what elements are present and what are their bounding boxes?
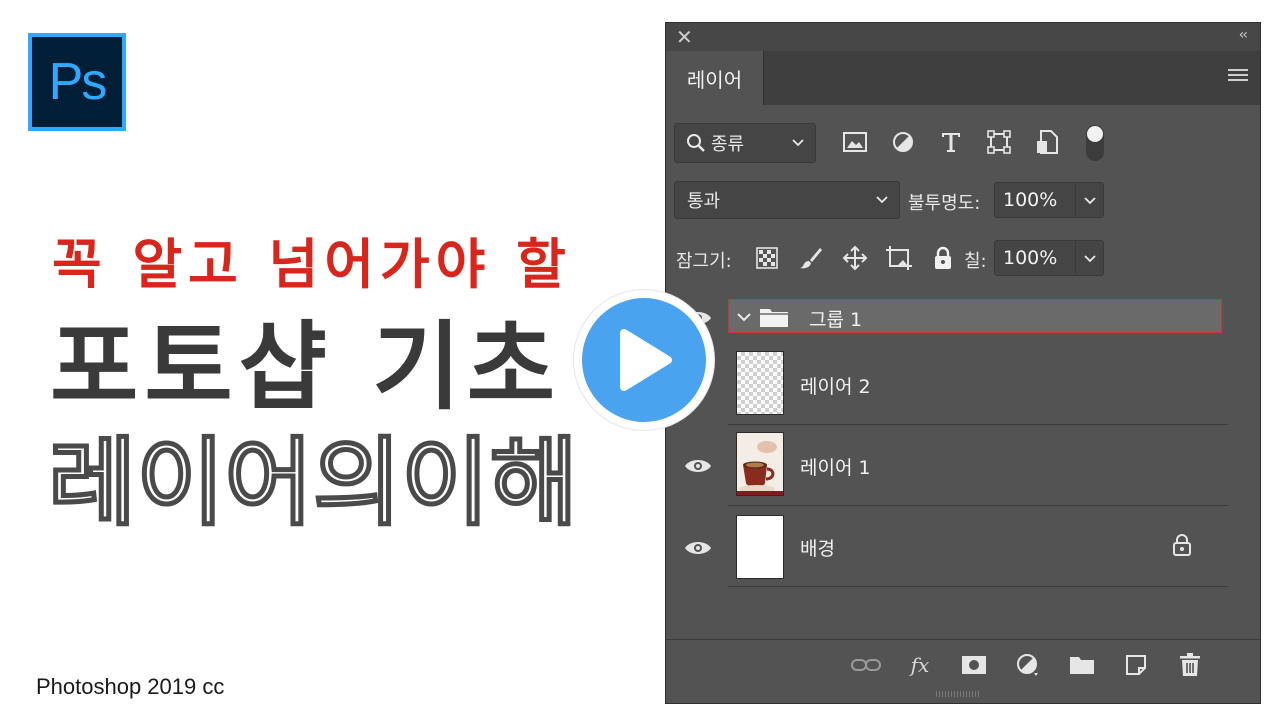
layer-effects-fx-icon[interactable]: fx <box>904 650 936 680</box>
panel-menu-icon[interactable] <box>1228 69 1248 85</box>
layer-name: 배경 <box>800 538 835 560</box>
lock-pixels-brush-icon[interactable] <box>796 243 826 273</box>
layer-name: 그룹 1 <box>809 309 863 331</box>
panel-footer: fx <box>666 639 1260 689</box>
layer-name: 레이어 1 <box>800 457 871 479</box>
opacity-value: 100% <box>1003 189 1058 211</box>
panel-tabbar: 레이어 <box>666 51 1260 105</box>
headline-outline: 레이어의이해 <box>48 428 579 538</box>
link-layers-icon[interactable] <box>850 650 882 680</box>
headline-main: 포토샵 기초 <box>50 312 562 422</box>
layer-row[interactable]: 레이어 2 <box>728 345 1228 425</box>
visibility-eye-icon[interactable] <box>684 539 712 557</box>
photoshop-logo-text: Ps <box>32 37 122 127</box>
coffee-cup-image <box>737 433 783 495</box>
opacity-dropdown-button[interactable] <box>1075 183 1103 217</box>
layer-thumbnail <box>736 432 784 496</box>
layer-row-group[interactable]: 그룹 1 <box>728 299 1222 333</box>
close-icon[interactable]: ✕ <box>676 25 693 49</box>
lock-icons <box>752 243 958 273</box>
fill-dropdown-button[interactable] <box>1075 241 1103 275</box>
chevron-down-icon <box>1083 197 1096 205</box>
tab-layers[interactable]: 레이어 <box>666 51 764 105</box>
adjustment-layer-icon[interactable] <box>1012 650 1044 680</box>
chevron-down-icon <box>876 196 888 204</box>
folder-icon <box>760 309 788 327</box>
fill-field[interactable]: 100% <box>994 240 1104 276</box>
footer-icons: fx <box>850 650 1206 680</box>
resize-grip[interactable] <box>936 691 980 697</box>
opacity-field[interactable]: 100% <box>994 182 1104 218</box>
chevron-down-icon <box>1083 255 1096 263</box>
lock-position-move-icon[interactable] <box>840 243 870 273</box>
chevron-down-icon[interactable] <box>735 308 753 326</box>
smart-object-filter-icon[interactable] <box>1032 127 1062 157</box>
layer-thumbnail <box>736 515 784 579</box>
layers-list: 그룹 1 레이어 2 레이어 1 배경 <box>666 293 1228 639</box>
new-layer-icon[interactable] <box>1120 650 1152 680</box>
lock-all-icon[interactable] <box>928 243 958 273</box>
opacity-label: 불투명도: <box>908 193 981 214</box>
lock-transparent-icon[interactable] <box>752 243 782 273</box>
blend-mode-select[interactable]: 통과 <box>674 181 900 219</box>
delete-layer-trash-icon[interactable] <box>1174 650 1206 680</box>
play-icon <box>620 329 672 391</box>
layer-row[interactable]: 레이어 1 <box>728 426 1228 506</box>
play-button[interactable] <box>574 290 714 430</box>
version-label: Photoshop 2019 cc <box>36 674 225 699</box>
filter-toggle[interactable] <box>1086 125 1104 161</box>
headline-red: 꼭 알고 넘어가야 할 <box>52 233 572 296</box>
blend-mode-value: 통과 <box>687 191 721 212</box>
add-mask-icon[interactable] <box>958 650 990 680</box>
adjustment-filter-icon[interactable] <box>888 127 918 157</box>
layer-thumbnail <box>736 351 784 415</box>
filter-kind-label: 종류 <box>711 134 745 155</box>
pixel-layer-filter-icon[interactable] <box>840 127 870 157</box>
fill-label: 칠: <box>964 251 987 272</box>
layers-panel: ✕ ‹‹ 레이어 종류 통과 불투명도: 100% 잠그기: 칠: 100% 그… <box>665 22 1261 704</box>
search-icon <box>687 134 705 152</box>
layer-row[interactable]: 배경 <box>728 507 1228 587</box>
type-filter-icon[interactable] <box>936 127 966 157</box>
collapse-icon[interactable]: ‹‹ <box>1239 27 1248 43</box>
visibility-eye-icon[interactable] <box>684 457 712 475</box>
chevron-down-icon <box>792 139 804 147</box>
lock-artboard-icon[interactable] <box>884 243 914 273</box>
filter-toggle-knob <box>1087 126 1103 142</box>
lock-label: 잠그기: <box>676 251 732 272</box>
shape-filter-icon[interactable] <box>984 127 1014 157</box>
photoshop-logo: Ps <box>28 33 126 131</box>
panel-titlebar: ✕ ‹‹ <box>666 23 1260 51</box>
filter-kind-select[interactable]: 종류 <box>674 123 816 163</box>
layer-name: 레이어 2 <box>800 376 871 398</box>
fill-value: 100% <box>1003 247 1058 269</box>
filter-icons <box>840 127 1062 157</box>
new-group-folder-icon[interactable] <box>1066 650 1098 680</box>
lock-icon <box>1173 534 1191 556</box>
play-button-disc <box>582 298 706 422</box>
